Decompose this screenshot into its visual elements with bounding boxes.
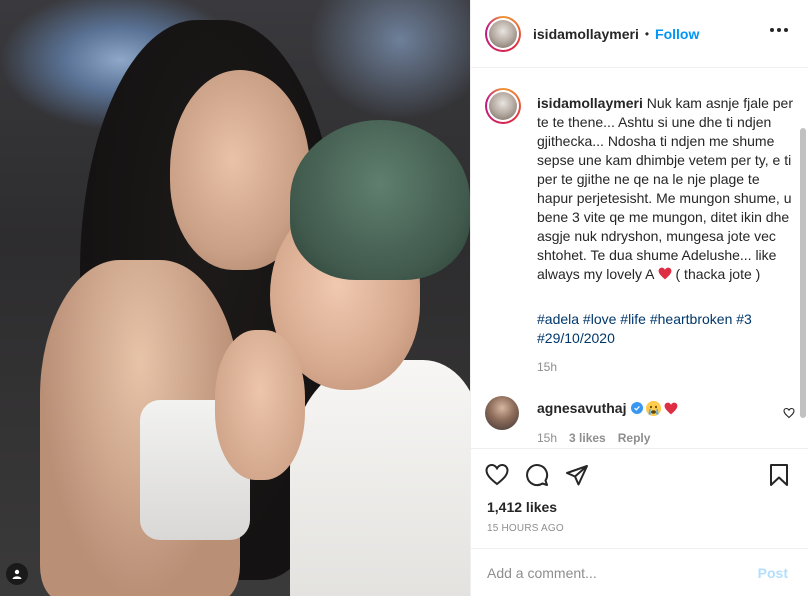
verified-icon — [631, 402, 644, 414]
caption-body: Nuk kam asnje fjale per te te thene... A… — [537, 95, 794, 282]
author-avatar[interactable] — [485, 15, 521, 52]
red-heart-emoji-icon — [658, 267, 672, 280]
commenter-avatar[interactable] — [485, 396, 519, 430]
post-timestamp[interactable]: 15 HOURS AGO — [487, 523, 564, 534]
post-photo[interactable] — [0, 0, 470, 596]
bookmark-icon[interactable] — [768, 463, 790, 490]
share-icon[interactable] — [565, 463, 589, 487]
heart-icon[interactable] — [485, 463, 509, 487]
caption-suffix: ( thacka jote ) — [675, 266, 761, 282]
action-buttons — [485, 463, 589, 487]
comment-like-heart-icon[interactable] — [783, 406, 795, 422]
crying-emoji-icon — [646, 400, 662, 416]
likes-count[interactable]: 1,412 likes — [487, 499, 557, 515]
comments-scrollbar[interactable] — [798, 68, 808, 448]
caption-hashtags[interactable]: #adela #love #life #heartbroken #3 #29/1… — [537, 310, 795, 348]
caption-avatar[interactable] — [485, 88, 521, 124]
comment-meta: 15h 3 likes Reply — [537, 431, 650, 445]
comment-item: agnesavuthaj 15h 3 likes Reply — [485, 396, 795, 456]
comment-line: agnesavuthaj — [537, 400, 678, 416]
more-options-icon[interactable] — [770, 28, 788, 32]
scrollbar-thumb[interactable] — [800, 128, 806, 418]
photo-subject-turban — [290, 120, 470, 280]
commenter-username[interactable]: agnesavuthaj — [537, 400, 626, 416]
caption-time[interactable]: 15h — [537, 360, 557, 374]
post-header: isidamollaymeri • Follow — [471, 0, 808, 68]
caption-username[interactable]: isidamollaymeri — [537, 95, 643, 111]
author-username[interactable]: isidamollaymeri — [533, 26, 639, 42]
comment-reply-button[interactable]: Reply — [618, 431, 651, 445]
comment-time[interactable]: 15h — [537, 431, 557, 445]
add-comment-section: Post — [471, 548, 808, 596]
post-actions-section: 1,412 likes 15 HOURS AGO — [471, 448, 808, 534]
caption-text: isidamollaymeri Nuk kam asnje fjale per … — [537, 94, 795, 284]
user-tag-icon — [12, 569, 22, 579]
follow-button[interactable]: Follow — [655, 26, 699, 42]
header-separator: • — [644, 26, 650, 41]
photo-subject-shirt — [290, 360, 470, 596]
post-side-panel: isidamollaymeri • Follow isidamollaymeri… — [470, 0, 808, 596]
red-heart-emoji-icon — [665, 402, 678, 414]
add-comment-input[interactable] — [487, 563, 737, 583]
photo-subject-hand — [215, 330, 305, 480]
post-comment-button[interactable]: Post — [758, 565, 788, 581]
comment-icon[interactable] — [525, 463, 549, 487]
comment-likes[interactable]: 3 likes — [569, 431, 606, 445]
tagged-users-button[interactable] — [6, 563, 28, 585]
